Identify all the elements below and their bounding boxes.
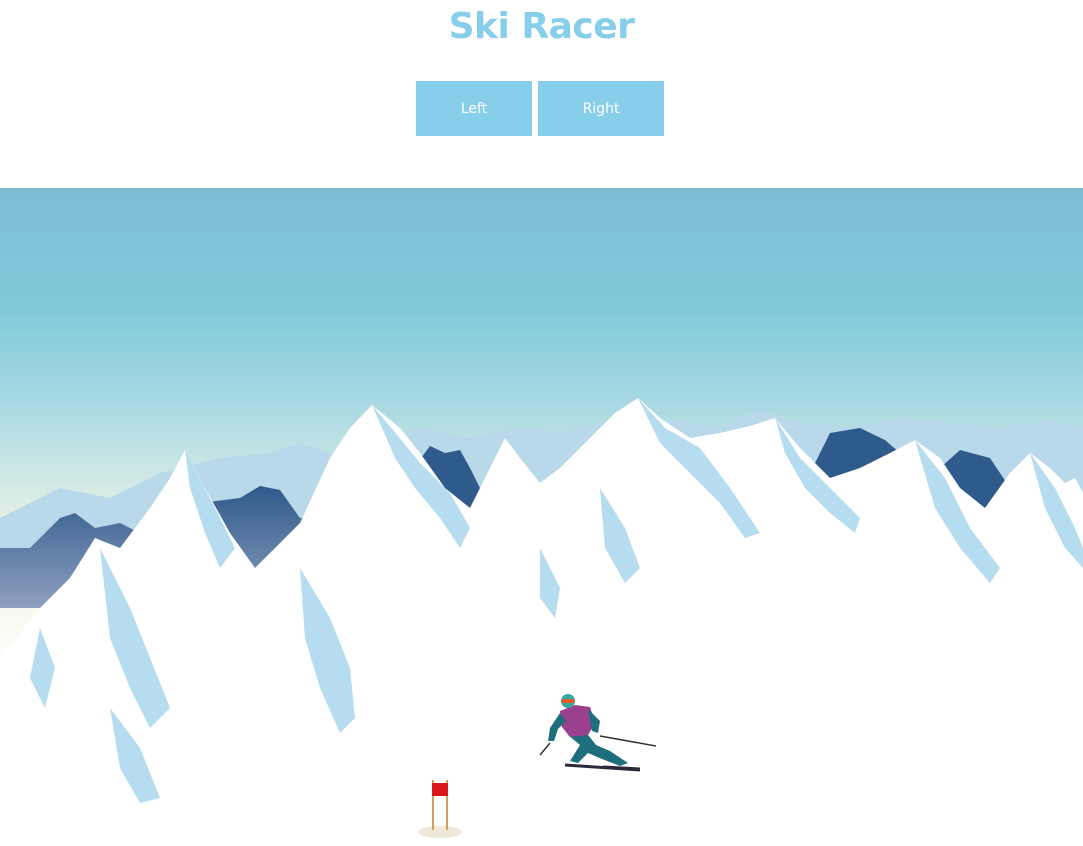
right-button[interactable]: Right bbox=[538, 81, 664, 136]
game-scene bbox=[0, 188, 1083, 846]
control-buttons: Left Right bbox=[416, 81, 664, 136]
left-button[interactable]: Left bbox=[416, 81, 532, 136]
game-title: Ski Racer bbox=[448, 6, 635, 47]
game-page: Ski Racer Left Right bbox=[0, 0, 1083, 846]
